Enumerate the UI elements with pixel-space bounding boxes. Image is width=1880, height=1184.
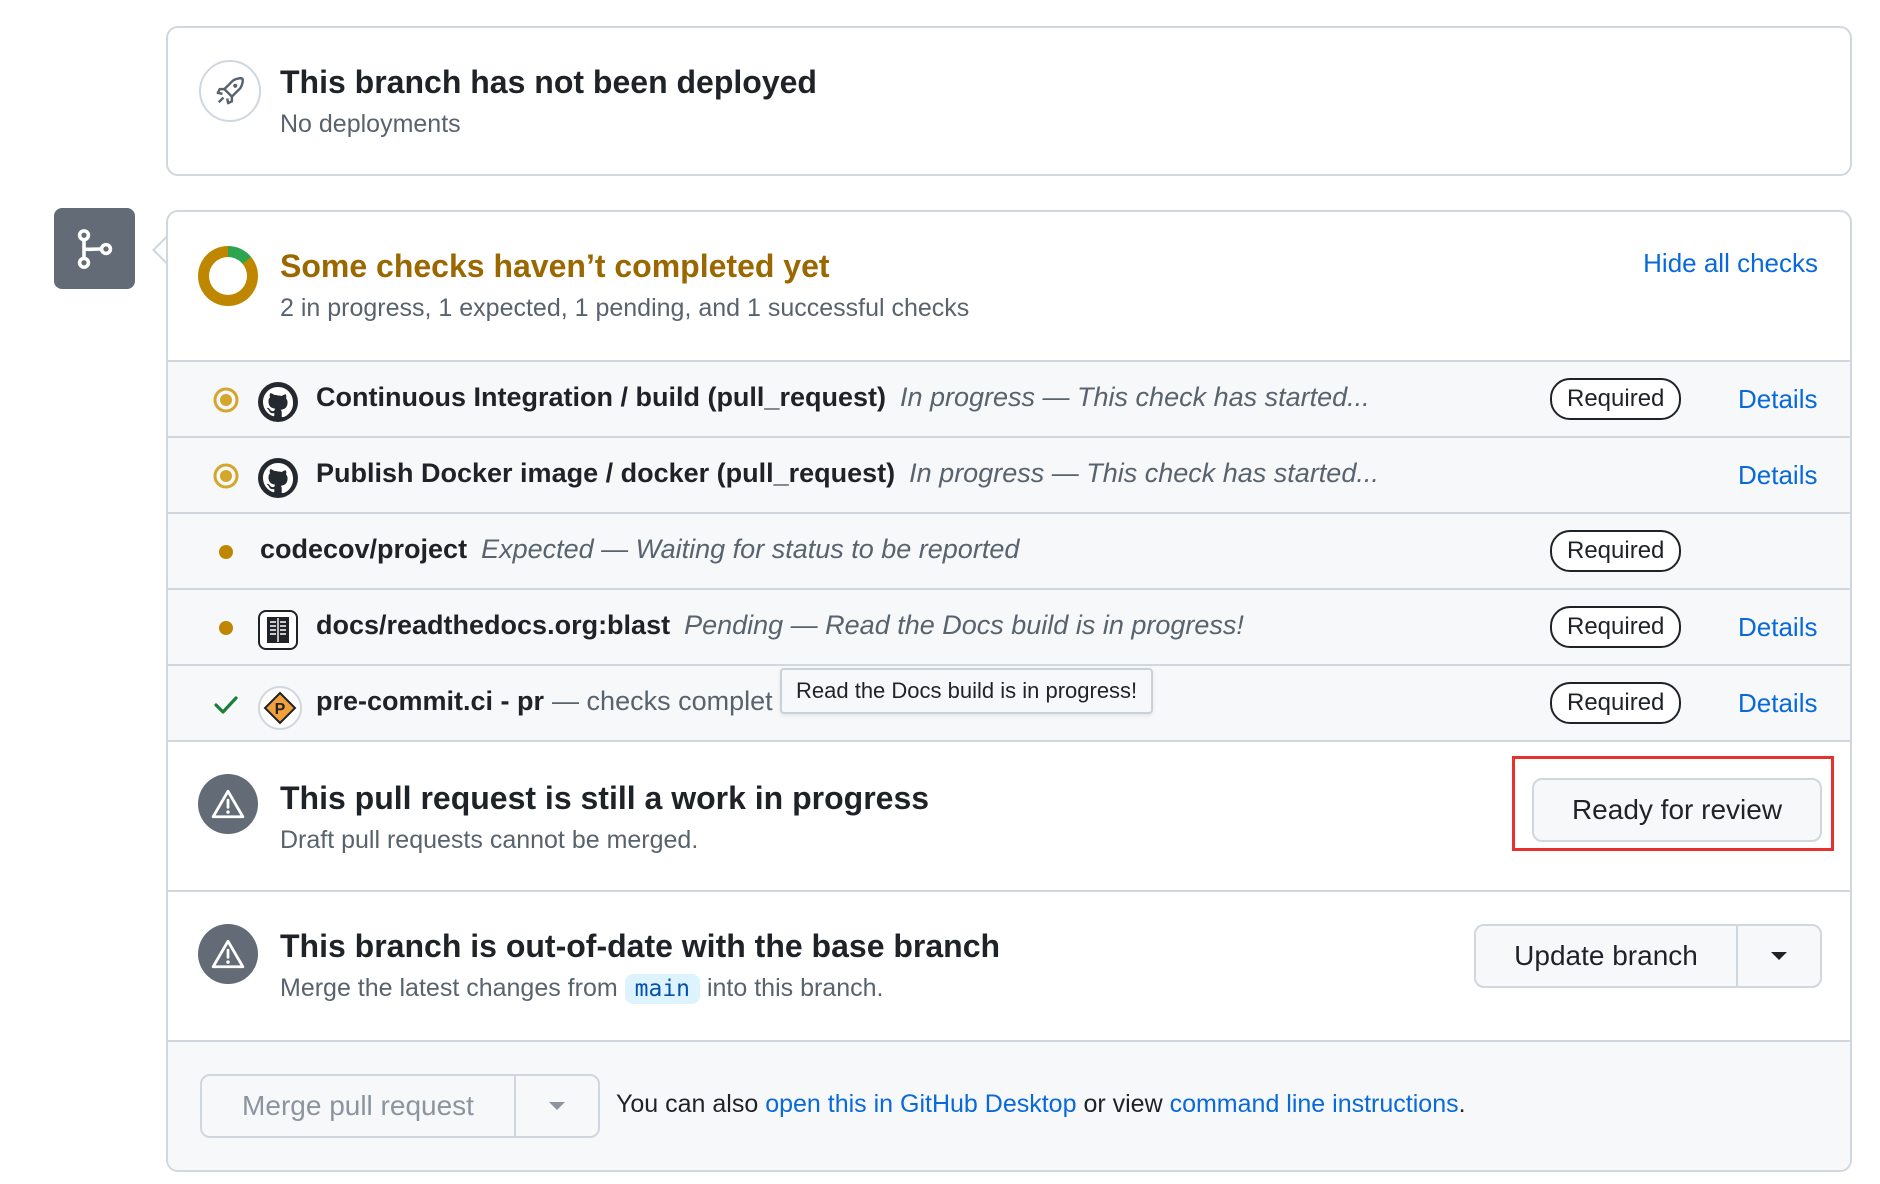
update-branch-button-group: Update branch bbox=[1474, 924, 1822, 988]
check-description: Pending — Read the Docs build is in prog… bbox=[684, 610, 1244, 640]
merge-text-2: or view bbox=[1083, 1090, 1163, 1118]
check-name: pre-commit.ci - pr bbox=[316, 686, 545, 716]
alert-icon bbox=[198, 774, 258, 834]
check-row: codecov/project Expected — Waiting for st… bbox=[168, 512, 1850, 588]
check-name: Continuous Integration / build (pull_req… bbox=[316, 382, 886, 412]
check-details-link[interactable]: Details bbox=[1738, 612, 1817, 643]
check-success-icon bbox=[212, 690, 240, 718]
expected-dot-icon bbox=[212, 538, 240, 566]
merge-text-3: . bbox=[1458, 1090, 1466, 1118]
pending-dot-icon bbox=[212, 614, 240, 642]
checks-progress-ring-icon bbox=[198, 246, 258, 306]
check-text: Continuous Integration / build (pull_req… bbox=[316, 382, 1370, 413]
git-branch-icon bbox=[54, 208, 135, 289]
required-badge: Required bbox=[1550, 606, 1682, 648]
check-details-link[interactable]: Details bbox=[1738, 384, 1817, 415]
checks-header: Some checks haven’t completed yet 2 in p… bbox=[168, 212, 1850, 360]
in-progress-dot-icon bbox=[212, 386, 240, 414]
check-details-link[interactable]: Details bbox=[1738, 460, 1817, 491]
check-row: Continuous Integration / build (pull_req… bbox=[168, 360, 1850, 436]
check-description: Expected — Waiting for status to be repo… bbox=[481, 534, 1020, 564]
check-name: docs/readthedocs.org:blast bbox=[316, 610, 671, 640]
alert-icon bbox=[198, 924, 258, 984]
check-text: Publish Docker image / docker (pull_requ… bbox=[316, 458, 1379, 489]
draft-subtitle: Draft pull requests cannot be merged. bbox=[280, 826, 699, 854]
merge-text-1: You can also bbox=[616, 1090, 759, 1118]
check-text: docs/readthedocs.org:blast Pending — Read… bbox=[316, 610, 1244, 641]
merge-section: Merge pull request You can also open thi… bbox=[168, 1040, 1850, 1170]
check-name: codecov/project bbox=[260, 534, 468, 564]
github-icon bbox=[258, 382, 298, 422]
tooltip: Read the Docs build is in progress! bbox=[780, 668, 1154, 714]
merge-pull-request-button[interactable]: Merge pull request bbox=[202, 1076, 514, 1136]
update-branch-button[interactable]: Update branch bbox=[1476, 926, 1736, 986]
check-row: docs/readthedocs.org:blast Pending — Read… bbox=[168, 588, 1850, 664]
update-branch-dropdown[interactable] bbox=[1736, 926, 1820, 986]
readthedocs-icon bbox=[258, 610, 298, 650]
deployment-subtitle: No deployments bbox=[280, 110, 461, 138]
rocket-icon bbox=[199, 60, 261, 122]
highlight-box bbox=[1512, 756, 1834, 851]
check-description: In progress — This check has started... bbox=[899, 382, 1370, 412]
base-branch-label: main bbox=[624, 974, 701, 1004]
caret-down-icon bbox=[549, 1102, 565, 1110]
check-details-link[interactable]: Details bbox=[1738, 688, 1817, 719]
check-description: In progress — This check has started... bbox=[909, 458, 1379, 488]
checks-summary: 2 in progress, 1 expected, 1 pending, an… bbox=[280, 294, 970, 322]
outdated-text-before: Merge the latest changes from bbox=[280, 974, 618, 1002]
check-text: pre-commit.ci - pr — checks complet bbox=[316, 686, 773, 717]
in-progress-dot-icon bbox=[212, 462, 240, 490]
caret-down-icon bbox=[1771, 952, 1787, 960]
github-icon bbox=[258, 458, 298, 498]
checks-title: Some checks haven’t completed yet bbox=[280, 248, 830, 284]
deployment-box: This branch has not been deployed No dep… bbox=[166, 26, 1852, 176]
merge-dropdown[interactable] bbox=[514, 1076, 598, 1136]
hide-all-checks-link[interactable]: Hide all checks bbox=[1643, 248, 1818, 279]
merge-button-group: Merge pull request bbox=[200, 1074, 600, 1138]
command-line-instructions-link[interactable]: command line instructions bbox=[1170, 1090, 1459, 1118]
deployment-title: This branch has not been deployed bbox=[280, 64, 817, 100]
pre-commit-icon: P bbox=[258, 686, 302, 730]
required-badge: Required bbox=[1550, 378, 1682, 420]
check-text: codecov/project Expected — Waiting for st… bbox=[260, 534, 1019, 565]
draft-title: This pull request is still a work in pro… bbox=[280, 780, 930, 816]
merge-alternatives-text: You can also open this in GitHub Desktop… bbox=[616, 1090, 1466, 1119]
open-github-desktop-link[interactable]: open this in GitHub Desktop bbox=[765, 1090, 1076, 1118]
outdated-section: This branch is out-of-date with the base… bbox=[168, 890, 1850, 1040]
outdated-subtitle: Merge the latest changes from main into … bbox=[280, 974, 884, 1004]
required-badge: Required bbox=[1550, 530, 1682, 572]
svg-text:P: P bbox=[275, 701, 286, 718]
check-description: — checks complet bbox=[552, 686, 773, 716]
outdated-title: This branch is out-of-date with the base… bbox=[280, 928, 1001, 964]
check-name: Publish Docker image / docker (pull_requ… bbox=[316, 458, 896, 488]
outdated-text-after: into this branch. bbox=[706, 974, 884, 1002]
check-row: Publish Docker image / docker (pull_requ… bbox=[168, 436, 1850, 512]
required-badge: Required bbox=[1550, 682, 1682, 724]
